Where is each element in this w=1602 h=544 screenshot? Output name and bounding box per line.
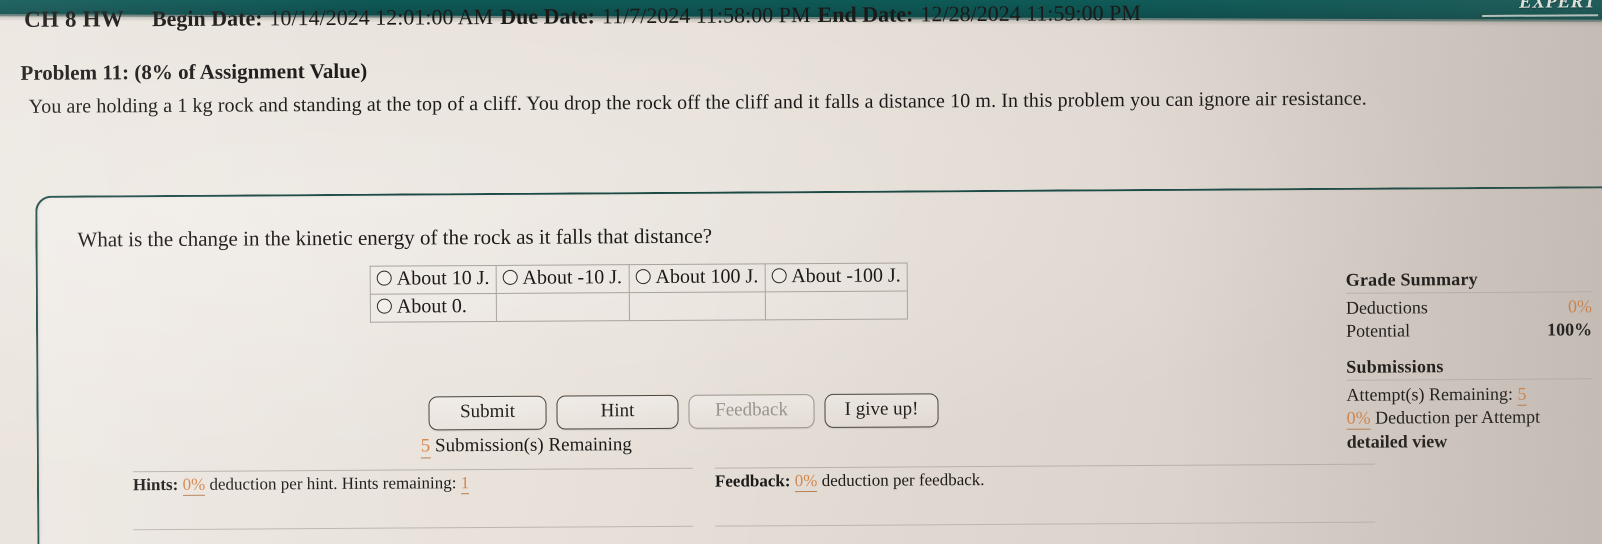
feedback-deduction-value: 0%	[794, 471, 818, 493]
option-about-100j[interactable]: About 100 J.	[628, 263, 765, 293]
radio-icon[interactable]	[376, 270, 392, 286]
option-about-0[interactable]: About 0.	[370, 293, 497, 323]
option-label: About -100 J.	[791, 264, 901, 288]
hints-deduction-value: 0%	[182, 474, 206, 496]
option-about-10j[interactable]: About 10 J.	[370, 265, 497, 295]
radio-icon[interactable]	[635, 269, 651, 285]
table-row: About 10 J. About -10 J. About 100 J. Ab…	[370, 262, 908, 295]
deduction-per-attempt-label: Deduction per Attempt	[1375, 407, 1541, 429]
option-empty-cell	[496, 292, 630, 322]
grade-summary-panel: Grade Summary Deductions 0% Potential 10…	[1346, 268, 1593, 454]
deductions-label: Deductions	[1345, 297, 1428, 318]
potential-row: Potential 100%	[1346, 318, 1592, 343]
option-label: About 0.	[396, 295, 467, 318]
option-label: About 10 J.	[396, 267, 490, 290]
option-about-minus-10j[interactable]: About -10 J.	[495, 264, 630, 294]
option-label: About -10 J.	[522, 266, 623, 289]
option-about-minus-100j[interactable]: About -100 J.	[764, 262, 908, 292]
problem-statement: You are holding a 1 kg rock and standing…	[28, 87, 1367, 118]
hint-button[interactable]: Hint	[556, 394, 679, 430]
assignment-header: CH 8 HW Begin Date: 10/14/2024 12:01:00 AM…	[24, 0, 1141, 32]
expert-ta-logo: EXPERT	[1519, 0, 1597, 13]
feedback-button: Feedback	[688, 394, 815, 429]
submissions-remaining-line: 5 Submission(s) Remaining	[420, 434, 632, 459]
radio-icon[interactable]	[376, 298, 392, 314]
hints-text: deduction per hint. Hints remaining:	[209, 473, 457, 494]
end-date-value: 12/28/2024 11:59:00 PM	[920, 0, 1141, 27]
divider	[1346, 378, 1593, 381]
due-date-label: Due Date:	[500, 3, 595, 29]
option-empty-cell	[764, 290, 908, 320]
question-text: What is the change in the kinetic energy…	[77, 223, 713, 252]
attempts-remaining-label: Attempt(s) Remaining:	[1346, 383, 1513, 405]
feedback-text: deduction per feedback.	[821, 469, 985, 490]
option-empty-cell	[629, 291, 766, 321]
begin-date-value: 10/14/2024 12:01:00 AM	[269, 3, 494, 31]
submissions-title: Submissions	[1346, 356, 1444, 377]
detailed-view-label: detailed view	[1346, 431, 1448, 452]
screen: EXPERT CH 8 HW Begin Date: 10/14/2024 12:0…	[0, 0, 1602, 544]
grade-summary-title: Grade Summary	[1345, 268, 1478, 290]
feedback-footer: Feedback: 0% deduction per feedback.	[714, 463, 1376, 493]
submissions-remaining-text: Submission(s) Remaining	[434, 434, 632, 457]
problem-heading: Problem 11: (8% of Assignment Value)	[20, 58, 368, 85]
hints-label: Hints:	[132, 474, 179, 495]
radio-icon[interactable]	[771, 268, 787, 284]
radio-icon[interactable]	[502, 269, 518, 285]
submissions-remaining-count: 5	[420, 435, 431, 459]
action-button-row: Submit Hint Feedback I give up!	[428, 393, 939, 431]
assignment-title: CH 8 HW	[24, 6, 124, 32]
hints-remaining-value: 1	[460, 473, 470, 495]
deduction-per-attempt-row: 0% Deduction per Attempt	[1346, 406, 1593, 431]
begin-date-label: Begin Date:	[151, 5, 263, 32]
option-label: About 100 J.	[655, 265, 759, 289]
attempts-remaining-value: 5	[1517, 383, 1527, 406]
answer-options-table: About 10 J. About -10 J. About 100 J. Ab…	[369, 262, 909, 323]
potential-label: Potential	[1345, 320, 1411, 341]
divider	[1345, 291, 1592, 294]
hints-footer: Hints: 0% deduction per hint. Hints rema…	[132, 467, 694, 496]
attempts-remaining-row: Attempt(s) Remaining: 5	[1346, 382, 1592, 407]
feedback-label: Feedback:	[714, 471, 791, 491]
give-up-button[interactable]: I give up!	[824, 393, 939, 428]
detailed-view-link[interactable]: detailed view	[1347, 429, 1593, 454]
table-row: About 0.	[370, 290, 908, 323]
potential-value: 100%	[1546, 319, 1593, 340]
deductions-value: 0%	[1567, 296, 1592, 317]
due-date-value: 11/7/2024 11:58:00 PM	[601, 2, 811, 29]
end-date-label: End Date:	[817, 1, 914, 28]
deductions-row: Deductions 0%	[1346, 295, 1592, 320]
submit-button[interactable]: Submit	[428, 395, 547, 431]
deduction-per-attempt-value: 0%	[1346, 408, 1371, 431]
